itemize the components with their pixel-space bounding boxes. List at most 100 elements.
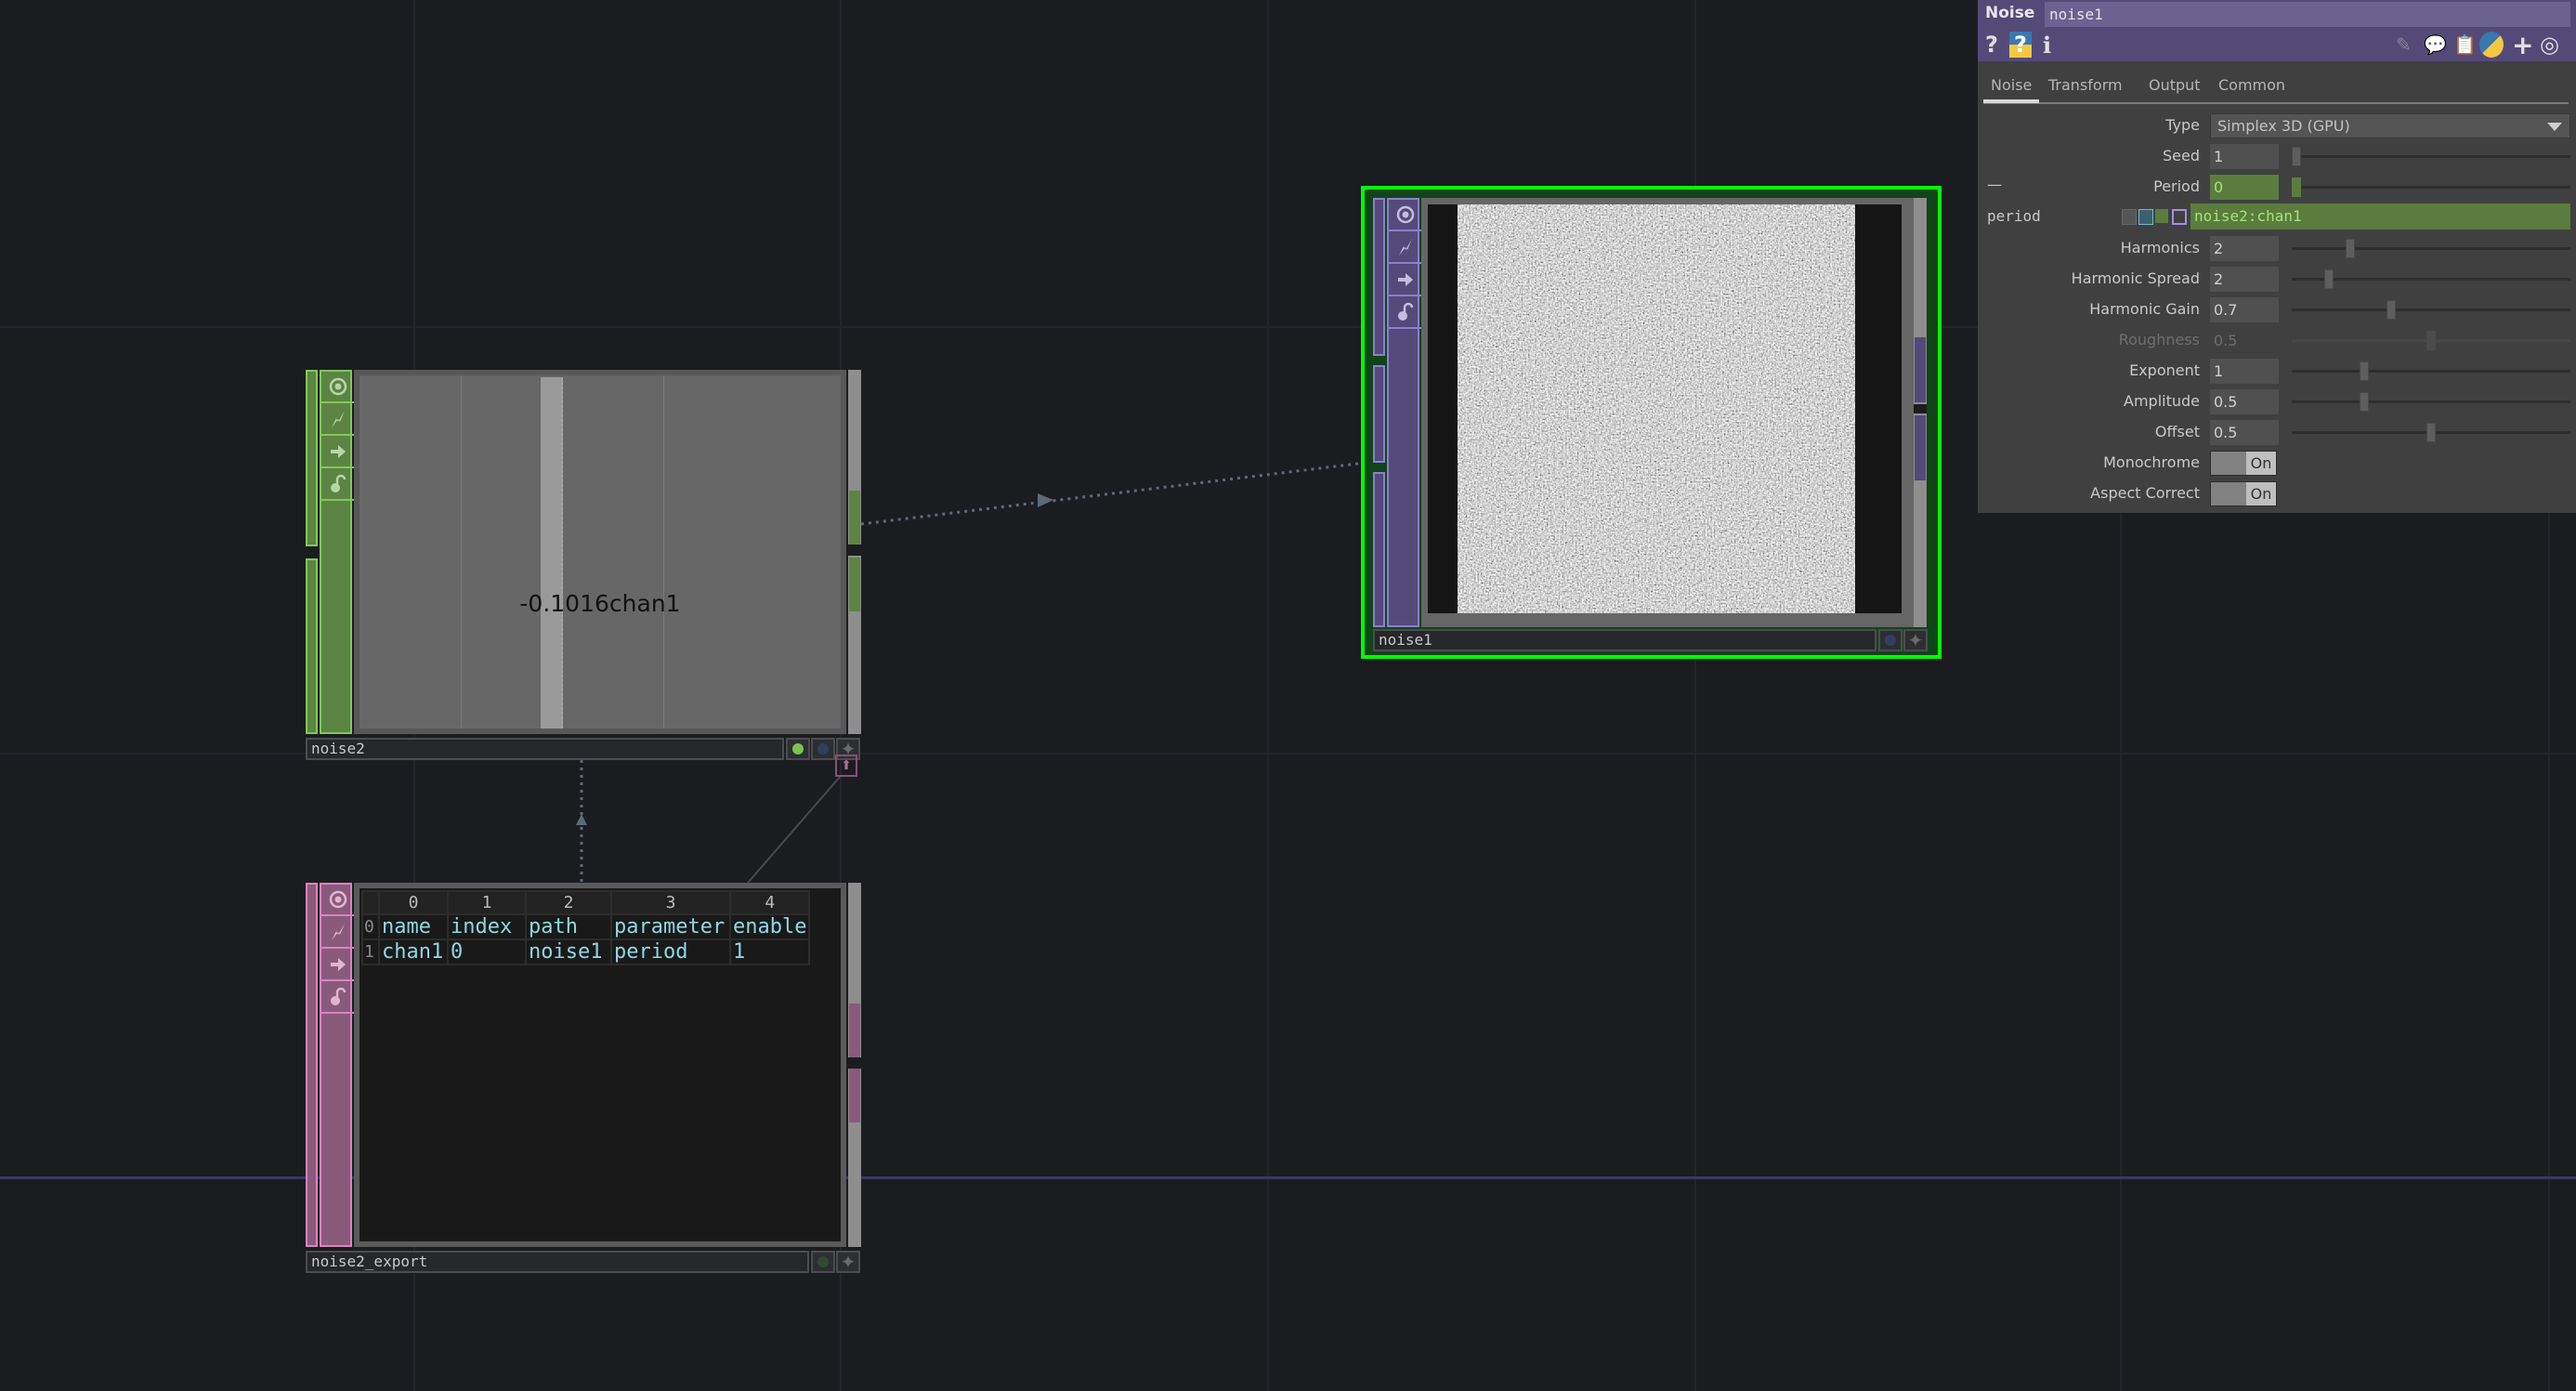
display-flag[interactable] [786,738,810,760]
node-name-label[interactable]: noise2_export [306,1251,809,1273]
top-viewer[interactable] [1421,198,1923,627]
render-flag[interactable] [1878,629,1903,651]
op-name-field[interactable]: noise1 [2045,2,2570,27]
tab-output[interactable]: Output [2149,76,2201,94]
constant-mode-icon[interactable] [2122,209,2137,225]
table-cell[interactable]: period [610,938,731,965]
export-arrow-icon[interactable]: ⬆ [835,755,857,777]
add-icon[interactable]: ✦ [836,1251,860,1273]
table-cell[interactable]: enable [728,913,811,940]
table-cell[interactable]: index [447,913,527,940]
cook-icon[interactable] [321,917,354,949]
table-cell[interactable]: 0 [447,938,527,965]
display-flag[interactable] [811,1251,835,1273]
exponent-field[interactable]: 1 [2210,359,2279,384]
cook-icon[interactable] [321,404,354,436]
viewer-toggle-icon[interactable] [321,885,354,916]
cook-icon[interactable] [1389,232,1421,264]
exponent-slider[interactable] [2292,361,2570,381]
viewer-toggle-icon[interactable] [321,372,354,403]
table-cell[interactable]: noise1 [525,938,612,965]
input-connector[interactable] [306,370,318,546]
harmonic-gain-slider[interactable] [2292,300,2570,320]
node-noise1[interactable]: noise1 ✦ [1373,198,1929,651]
slider-thumb[interactable] [2359,361,2369,381]
harmonic-gain-field[interactable]: 0.7 [2210,297,2279,322]
node-noise2[interactable]: -0.1016chan1 noise2 ✦ [306,370,861,760]
output-connector[interactable] [1915,337,1926,402]
target-icon[interactable]: ◎ [2540,32,2559,58]
slider-thumb[interactable] [2292,147,2301,166]
amplitude-field[interactable]: 0.5 [2210,389,2279,414]
table-cell[interactable]: name [378,913,449,940]
seed-slider[interactable] [2292,147,2570,166]
amplitude-slider[interactable] [2292,392,2570,412]
output-connector[interactable] [849,1004,860,1057]
bind-mode-icon[interactable] [2172,209,2187,225]
harmonic-spread-field[interactable]: 2 [2210,267,2279,292]
table-cell[interactable]: chan1 [378,938,449,965]
offset-slider[interactable] [2292,423,2570,442]
node-name-label[interactable]: noise1 [1373,629,1876,651]
slider-thumb[interactable] [2426,423,2436,442]
slider-thumb[interactable] [2292,177,2301,197]
input-connector[interactable] [1373,365,1385,463]
table-cell[interactable]: path [525,913,612,940]
edit-icon[interactable]: ✎ [2396,32,2412,58]
viewer-toggle-icon[interactable] [1389,200,1421,231]
help-icon[interactable]: ? [1985,32,1998,58]
period-slider[interactable] [2292,177,2570,197]
slider-thumb[interactable] [2359,392,2369,412]
bypass-icon[interactable] [1389,265,1421,296]
bypass-icon[interactable] [321,437,354,468]
info-icon[interactable]: i [2043,32,2051,59]
period-field[interactable]: 0 [2210,175,2279,200]
comment-icon[interactable]: 💬 [2424,32,2447,58]
input-connector[interactable] [1373,472,1385,627]
period-expression-field[interactable]: noise2:chan1 [2190,203,2570,230]
output-connector[interactable] [849,558,860,611]
monochrome-toggle[interactable]: On [2210,451,2277,476]
harmonics-field[interactable]: 2 [2210,236,2279,261]
node-name-label[interactable]: noise2 [306,738,784,760]
add-icon[interactable]: ✦ [1903,629,1928,651]
chop-viewer[interactable]: -0.1016chan1 [354,370,846,734]
harmonics-slider[interactable] [2292,239,2570,258]
output-connector[interactable] [849,491,860,545]
input-connector[interactable] [306,558,318,734]
chop-viewer-canvas: -0.1016chan1 [360,375,841,728]
lock-icon[interactable] [321,469,354,501]
collapse-icon[interactable]: — [1987,176,2002,193]
harmonic-spread-slider[interactable] [2292,269,2570,289]
table-cell[interactable]: 1 [728,938,811,965]
tab-common[interactable]: Common [2218,76,2285,94]
tab-transform[interactable]: Transform [2048,76,2123,94]
lock-icon[interactable] [1389,297,1421,329]
export-mode-icon[interactable] [2155,209,2168,223]
dat-viewer[interactable]: 0 1 2 3 4 0 name index path parameter en [354,883,846,1247]
python-help-icon[interactable]: ? [2009,32,2032,58]
output-connector[interactable] [1915,415,1926,480]
clipboard-icon[interactable]: 📋 [2453,32,2477,58]
input-connector[interactable] [306,883,318,1247]
type-dropdown[interactable]: Simplex 3D (GPU) [2210,113,2570,138]
param-label: Amplitude [2124,392,2200,410]
bypass-icon[interactable] [321,950,354,981]
node-noise2-export[interactable]: 0 1 2 3 4 0 name index path parameter en [306,883,861,1273]
slider-thumb[interactable] [2323,269,2334,289]
python-icon[interactable] [2479,32,2504,58]
expression-mode-icon[interactable] [2138,209,2153,225]
aspect-correct-toggle[interactable]: On [2210,481,2277,506]
lock-icon[interactable] [321,982,354,1014]
seed-field[interactable]: 1 [2210,144,2279,169]
render-flag[interactable] [811,738,835,760]
add-icon[interactable]: + [2512,30,2533,60]
tab-noise[interactable]: Noise [1982,76,2040,103]
output-connector[interactable] [849,1069,860,1122]
slider-thumb[interactable] [2346,239,2355,258]
offset-field[interactable]: 0.5 [2210,420,2279,445]
dat-table[interactable]: 0 1 2 3 4 0 name index path parameter en [361,890,811,965]
table-cell[interactable]: parameter [610,913,731,940]
input-connector[interactable] [1373,198,1385,356]
slider-thumb[interactable] [2386,300,2396,320]
